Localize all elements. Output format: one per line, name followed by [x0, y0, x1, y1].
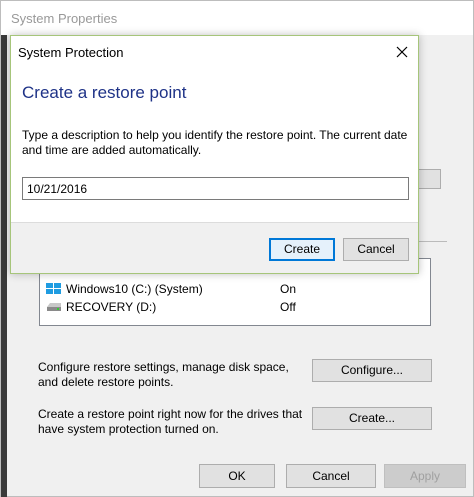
system-properties-titlebar[interactable]: System Properties: [1, 1, 473, 35]
system-protection-dialog: System Protection Create a restore point…: [10, 35, 419, 274]
drive-row[interactable]: RECOVERY (D:) Off: [44, 298, 424, 316]
dialog-heading: Create a restore point: [22, 83, 187, 102]
drive-row[interactable]: Windows10 (C:) (System) On: [44, 280, 424, 298]
dialog-create-button[interactable]: Create: [269, 238, 335, 261]
apply-button[interactable]: Apply: [384, 464, 466, 488]
groupbox-frame-line: [419, 241, 447, 242]
windows-drive-icon: [46, 283, 61, 294]
dialog-description: Type a description to help you identify …: [22, 128, 408, 157]
dialog-content: Create a restore point Type a descriptio…: [11, 69, 418, 222]
dialog-divider: [11, 222, 418, 223]
drive-name: RECOVERY (D:): [66, 300, 157, 314]
restore-point-description-input[interactable]: [22, 177, 409, 200]
configure-button[interactable]: Configure...: [312, 359, 432, 382]
create-restore-button[interactable]: Create...: [312, 407, 432, 430]
configure-description: Configure restore settings, manage disk …: [38, 360, 289, 389]
dialog-cancel-button[interactable]: Cancel: [343, 238, 409, 261]
drive-name: Windows10 (C:) (System): [66, 282, 203, 296]
drive-icon: [47, 303, 61, 311]
create-description: Create a restore point right now for the…: [38, 407, 303, 436]
ok-button[interactable]: OK: [199, 464, 275, 488]
background-strip: [1, 35, 7, 497]
close-icon[interactable]: [389, 39, 415, 65]
dialog-title: System Protection: [18, 45, 124, 60]
system-properties-title: System Properties: [11, 11, 118, 26]
cancel-button[interactable]: Cancel: [286, 464, 376, 488]
dialog-titlebar[interactable]: System Protection: [11, 36, 418, 69]
drive-status: On: [280, 282, 297, 296]
partial-button-edge: [419, 169, 441, 189]
drive-status: Off: [280, 300, 296, 314]
